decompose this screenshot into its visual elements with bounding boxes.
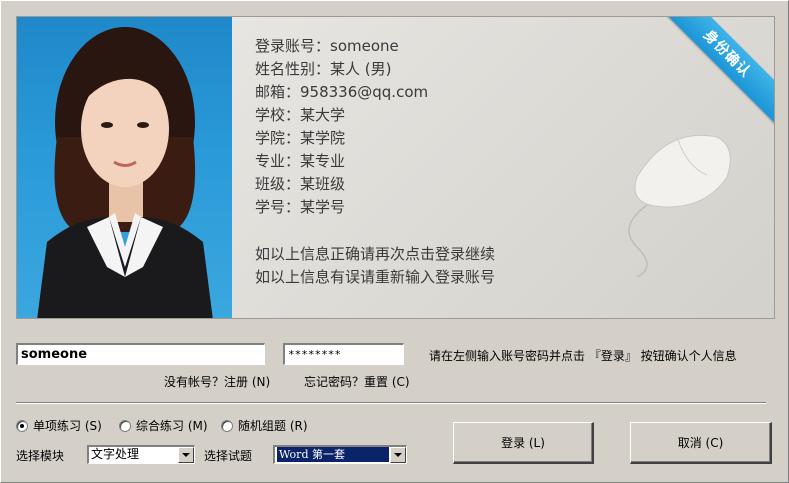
account-input[interactable] — [16, 343, 265, 365]
radio-dot-selected — [16, 419, 28, 432]
module-select[interactable]: 文字处理 — [87, 445, 195, 464]
radio-dot — [221, 419, 233, 432]
radio-single-practice[interactable]: 单项练习 (S) — [16, 417, 102, 434]
radio-combined-practice[interactable]: 综合练习 (M) — [119, 417, 208, 434]
cancel-button[interactable]: 取消 (C) — [630, 422, 772, 464]
radio-combined-label: 综合练习 (M) — [136, 419, 208, 433]
user-photo — [17, 17, 232, 318]
radio-dot — [119, 419, 131, 432]
class-line: 班级：某班级 — [255, 175, 346, 193]
login-button[interactable]: 登录 (L) — [453, 422, 594, 464]
name-gender-line: 姓名性别：某人 (男) — [255, 60, 392, 78]
exam-select-value: Word 第一套 — [277, 447, 389, 462]
identity-card: 登录账号：someone 姓名性别：某人 (男) 邮箱：958336@qq.co… — [16, 16, 775, 319]
notice-correct: 如以上信息正确请再次点击登录继续 — [255, 245, 496, 263]
login-hint: 请在左侧输入账号密码并点击 『登录』 按钮确认个人信息 — [429, 349, 737, 363]
module-select-value: 文字处理 — [91, 447, 140, 461]
chevron-down-icon[interactable] — [390, 447, 406, 463]
identity-confirm-badge: 身份确认 — [664, 17, 774, 127]
exam-select[interactable]: Word 第一套 — [273, 445, 407, 464]
account-line: 登录账号：someone — [255, 37, 399, 55]
forgot-password-link[interactable]: 忘记密码？重置 (C) — [304, 373, 410, 390]
email-line: 邮箱：958336@qq.com — [255, 83, 429, 101]
college-line: 学院：某学院 — [255, 129, 346, 147]
password-input[interactable] — [283, 343, 404, 365]
radio-single-label: 单项练习 (S) — [33, 419, 102, 433]
student-id-line: 学号：某学号 — [255, 198, 346, 216]
badge-label: 身份确认 — [664, 17, 774, 125]
login-window: 登录账号：someone 姓名性别：某人 (男) 邮箱：958336@qq.co… — [0, 0, 789, 483]
mouse-icon — [607, 117, 747, 280]
exam-label: 选择试题 — [204, 449, 253, 463]
separator — [16, 402, 766, 404]
chevron-down-icon[interactable] — [178, 447, 194, 463]
school-line: 学校：某大学 — [255, 106, 346, 124]
module-label: 选择模块 — [16, 449, 65, 463]
register-link[interactable]: 没有帐号？注册 (N) — [164, 373, 270, 390]
radio-random-label: 随机组题 (R) — [238, 419, 308, 433]
radio-random-exam[interactable]: 随机组题 (R) — [221, 417, 308, 434]
notice-wrong: 如以上信息有误请重新输入登录账号 — [255, 268, 496, 286]
profile-info: 登录账号：someone 姓名性别：某人 (男) 邮箱：958336@qq.co… — [255, 35, 655, 289]
major-line: 专业：某专业 — [255, 152, 346, 170]
